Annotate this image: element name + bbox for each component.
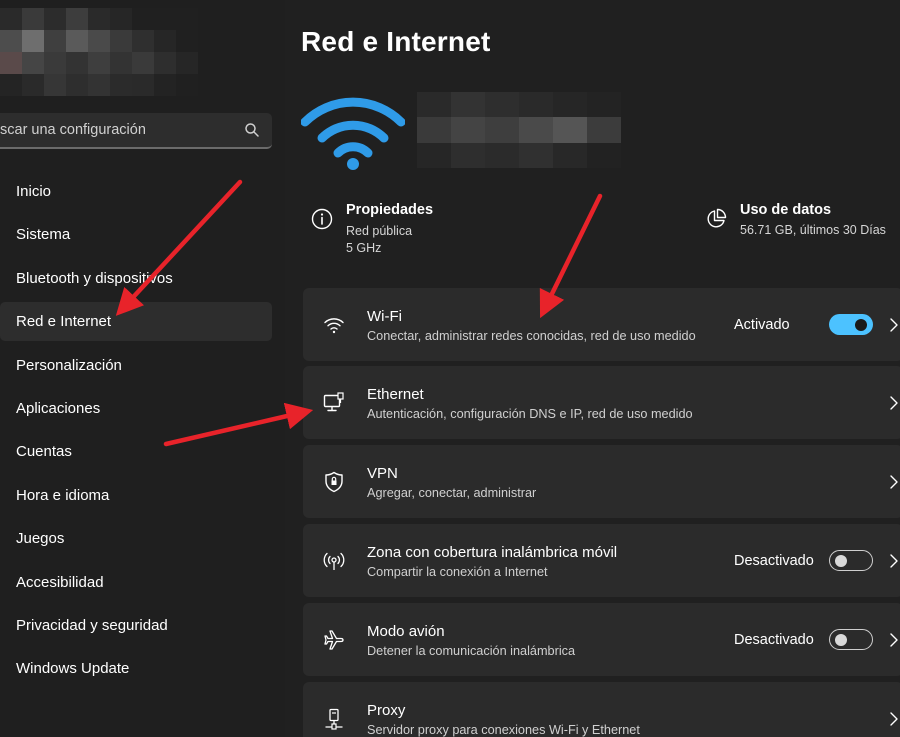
sidebar-item-cuentas[interactable]: Cuentas xyxy=(0,432,272,471)
ethernet-description: Autenticación, configuración DNS e IP, r… xyxy=(367,407,693,421)
wifi-description: Conectar, administrar redes conocidas, r… xyxy=(367,329,696,343)
sidebar-item-label: Bluetooth y dispositivos xyxy=(16,269,173,287)
hotspot-toggle[interactable] xyxy=(829,550,873,571)
sidebar-item-windows-update[interactable]: Windows Update xyxy=(0,649,272,688)
properties-band: 5 GHz xyxy=(346,241,382,255)
ethernet-icon xyxy=(323,392,344,412)
network-name-blurred xyxy=(417,92,621,168)
chevron-right-icon xyxy=(890,712,898,726)
hotspot-title: Zona con cobertura inalámbrica móvil xyxy=(367,544,618,561)
account-avatar-blurred[interactable] xyxy=(0,8,200,96)
wifi-icon xyxy=(324,318,344,334)
vpn-title: VPN xyxy=(367,465,398,482)
airplane-icon xyxy=(324,630,344,650)
toggle-knob xyxy=(835,554,847,567)
hotspot-description: Compartir la conexión a Internet xyxy=(367,565,548,579)
main-content: Red e Internet Propiedades Red pública 5… xyxy=(285,0,900,737)
info-icon xyxy=(311,208,333,230)
network-properties[interactable]: Propiedades Red pública 5 GHz xyxy=(311,202,433,257)
airplane-mode-status: Desactivado xyxy=(734,632,814,648)
vpn-shield-icon xyxy=(325,471,343,493)
chevron-right-icon xyxy=(890,554,898,568)
sidebar-item-juegos[interactable]: Juegos xyxy=(0,519,272,558)
chevron-right-icon xyxy=(890,633,898,647)
sidebar-item-label: Windows Update xyxy=(16,660,130,678)
sidebar-item-privacidad[interactable]: Privacidad y seguridad xyxy=(0,606,272,645)
ethernet-card[interactable]: Ethernet Autenticación, configuración DN… xyxy=(303,366,900,439)
sidebar-item-aplicaciones[interactable]: Aplicaciones xyxy=(0,389,272,428)
pie-chart-icon xyxy=(707,208,727,228)
hotspot-status: Desactivado xyxy=(734,553,814,569)
sidebar-item-sistema[interactable]: Sistema xyxy=(0,215,272,254)
ethernet-title: Ethernet xyxy=(367,386,424,403)
usage-detail: 56.71 GB, últimos 30 Días xyxy=(740,223,886,237)
usage-title: Uso de datos xyxy=(740,202,832,218)
sidebar-item-label: Personalización xyxy=(16,356,122,374)
properties-network-type: Red pública xyxy=(346,224,413,238)
data-usage[interactable]: Uso de datos 56.71 GB, últimos 30 Días xyxy=(705,202,886,237)
sidebar-item-bluetooth[interactable]: Bluetooth y dispositivos xyxy=(0,259,272,298)
sidebar: Inicio Sistema Bluetooth y dispositivos … xyxy=(0,0,285,737)
sidebar-item-personalizacion[interactable]: Personalización xyxy=(0,346,272,385)
sidebar-item-label: Inicio xyxy=(16,183,52,200)
sidebar-item-label: Privacidad y seguridad xyxy=(16,616,168,634)
vpn-card[interactable]: VPN Agregar, conectar, administrar xyxy=(303,445,900,518)
airplane-mode-card[interactable]: Modo avión Detener la comunicación inalá… xyxy=(303,603,900,676)
sidebar-item-label: Hora e idioma xyxy=(16,486,110,504)
proxy-icon xyxy=(325,708,343,730)
sidebar-item-label: Cuentas xyxy=(16,443,72,461)
chevron-right-icon xyxy=(890,475,898,489)
sidebar-item-label: Aplicaciones xyxy=(16,399,101,417)
properties-title: Propiedades xyxy=(346,202,434,218)
sidebar-item-inicio[interactable]: Inicio xyxy=(0,172,272,211)
airplane-mode-title: Modo avión xyxy=(367,623,445,640)
sidebar-item-accesibilidad[interactable]: Accesibilidad xyxy=(0,563,272,602)
settings-search-box[interactable] xyxy=(0,113,272,149)
airplane-mode-toggle[interactable] xyxy=(829,629,873,650)
sidebar-item-label: Red e Internet xyxy=(16,313,112,331)
toggle-knob xyxy=(835,633,847,646)
sidebar-item-label: Juegos xyxy=(16,530,65,548)
chevron-right-icon xyxy=(890,318,898,332)
proxy-description: Servidor proxy para conexiones Wi-Fi y E… xyxy=(367,723,640,737)
wifi-toggle[interactable] xyxy=(829,314,873,335)
toggle-knob xyxy=(855,318,867,331)
sidebar-item-hora-e-idioma[interactable]: Hora e idioma xyxy=(0,476,272,515)
mobile-hotspot-card[interactable]: Zona con cobertura inalámbrica móvil Com… xyxy=(303,524,900,597)
vpn-description: Agregar, conectar, administrar xyxy=(367,486,537,500)
proxy-card[interactable]: Proxy Servidor proxy para conexiones Wi-… xyxy=(303,682,900,737)
wifi-title: Wi-Fi xyxy=(367,308,402,325)
sidebar-item-label: Sistema xyxy=(16,226,71,244)
sidebar-item-label: Accesibilidad xyxy=(16,573,104,591)
wifi-hero-icon xyxy=(301,97,405,170)
search-input[interactable] xyxy=(0,122,220,138)
wifi-card[interactable]: Wi-Fi Conectar, administrar redes conoci… xyxy=(303,288,900,361)
chevron-right-icon xyxy=(890,396,898,410)
airplane-mode-description: Detener la comunicación inalámbrica xyxy=(367,644,576,658)
wifi-status: Activado xyxy=(734,317,790,333)
proxy-title: Proxy xyxy=(367,702,406,719)
search-icon[interactable] xyxy=(244,122,260,138)
hotspot-icon xyxy=(323,552,345,570)
sidebar-item-red-e-internet[interactable]: Red e Internet xyxy=(0,302,272,342)
page-title: Red e Internet xyxy=(301,26,491,57)
sidebar-nav: Inicio Sistema Bluetooth y dispositivos … xyxy=(0,172,272,693)
